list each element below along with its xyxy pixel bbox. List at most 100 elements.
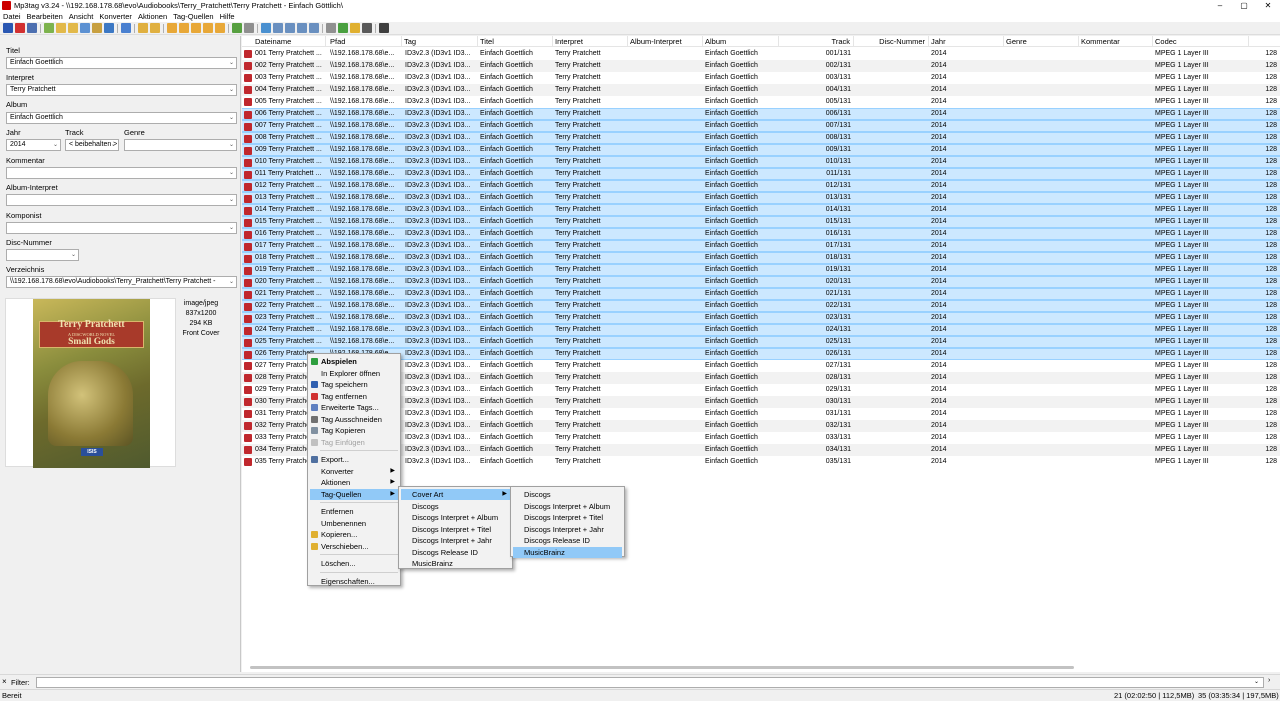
table-row[interactable]: 019 Terry Pratchett ... \\192.168.178.68\…	[242, 264, 1280, 276]
context-menu-item[interactable]: Tag Kopieren	[310, 425, 398, 436]
cover-art-item[interactable]: Discogs Interpret + Album	[513, 501, 622, 512]
col-dateiname[interactable]: Dateiname	[242, 36, 326, 47]
menu-tag-quellen[interactable]: Tag-Quellen	[170, 12, 216, 21]
convert-icon-1[interactable]	[167, 23, 177, 33]
table-row[interactable]: 020 Terry Pratchett ... \\192.168.178.68\…	[242, 276, 1280, 288]
table-row[interactable]: 018 Terry Pratchett ... \\192.168.178.68\…	[242, 252, 1280, 264]
tag-quellen-item[interactable]: Discogs Interpret + Album	[401, 512, 510, 523]
context-menu-item[interactable]: Konverter ▶	[310, 466, 398, 477]
tools-icon[interactable]	[379, 23, 389, 33]
menu-datei[interactable]: Datei	[0, 12, 24, 21]
change-folder-icon[interactable]	[56, 23, 66, 33]
tag-filename-icon[interactable]	[138, 23, 148, 33]
table-row[interactable]: 009 Terry Pratchett ... \\192.168.178.68\…	[242, 144, 1280, 156]
cover-art-item[interactable]: MusicBrainz	[513, 546, 622, 558]
chevron-down-icon[interactable]: ⌄	[229, 113, 234, 123]
context-menu-item[interactable]: Entfernen	[310, 506, 398, 517]
horizontal-scrollbar[interactable]	[250, 666, 1074, 669]
chevron-down-icon[interactable]: ⌄	[229, 195, 234, 205]
table-row[interactable]: 014 Terry Pratchett ... \\192.168.178.68\…	[242, 204, 1280, 216]
menu-konverter[interactable]: Konverter	[96, 12, 135, 21]
favorites-icon[interactable]	[92, 23, 102, 33]
titel-field[interactable]: Einfach Goettlich ⌄	[6, 57, 237, 69]
web-source-icon-1[interactable]	[285, 23, 295, 33]
col-album-interpret[interactable]: Album-Interpret	[628, 36, 703, 47]
col-jahr[interactable]: Jahr	[929, 36, 1004, 47]
context-menu-item[interactable]: Umbenennen	[310, 518, 398, 529]
web-source-icon-3[interactable]	[309, 23, 319, 33]
table-row[interactable]: 022 Terry Pratchett ... \\192.168.178.68\…	[242, 300, 1280, 312]
table-row[interactable]: 017 Terry Pratchett ... \\192.168.178.68\…	[242, 240, 1280, 252]
tag-quellen-item[interactable]: MusicBrainz	[401, 558, 510, 569]
convert-icon-4[interactable]	[203, 23, 213, 33]
table-row[interactable]: 007 Terry Pratchett ... \\192.168.178.68\…	[242, 120, 1280, 132]
col-tag[interactable]: Tag	[402, 36, 478, 47]
cover-art-item[interactable]: Discogs Interpret + Titel	[513, 512, 622, 523]
col-pfad[interactable]: Pfad	[326, 36, 402, 47]
kommentar-field[interactable]: ⌄	[6, 167, 237, 179]
menu-ansicht[interactable]: Ansicht	[66, 12, 97, 21]
context-menu-item[interactable]: In Explorer öffnen	[310, 368, 398, 379]
web-dropdown-icon[interactable]	[362, 23, 372, 33]
freedb-icon[interactable]	[326, 23, 336, 33]
context-menu-item[interactable]: Erweiterte Tags...	[310, 402, 398, 413]
table-row[interactable]: 001 Terry Pratchett ... \\192.168.178.68\…	[242, 48, 1280, 60]
web-source-icon-2[interactable]	[297, 23, 307, 33]
context-menu-item[interactable]: Tag entfernen	[310, 391, 398, 402]
verzeichnis-field[interactable]: \\192.168.178.68\evo\Audiobooks\Terry_Pr…	[6, 276, 237, 288]
context-menu-item[interactable]: Tag Ausschneiden	[310, 414, 398, 425]
add-folder-icon[interactable]	[44, 23, 54, 33]
chevron-down-icon[interactable]: ⌄	[53, 140, 58, 150]
chevron-down-icon[interactable]: ⌄	[71, 250, 76, 260]
table-row[interactable]: 006 Terry Pratchett ... \\192.168.178.68\…	[242, 108, 1280, 120]
export-icon[interactable]	[261, 23, 271, 33]
menu-bearbeiten[interactable]: Bearbeiten	[24, 12, 66, 21]
chevron-down-icon[interactable]: ⌄	[229, 277, 234, 287]
interpret-field[interactable]: Terry Pratchett ⌄	[6, 84, 237, 96]
jahr-field[interactable]: 2014 ⌄	[6, 139, 61, 151]
close-button[interactable]: ✕	[1256, 0, 1280, 11]
tag-quellen-item[interactable]: Discogs Release ID	[401, 547, 510, 558]
context-menu-item[interactable]: Eigenschaften...	[310, 576, 398, 587]
minimize-button[interactable]: –	[1208, 0, 1232, 11]
cover-art-item[interactable]: Discogs Release ID	[513, 535, 622, 546]
chevron-down-icon[interactable]: ⌄	[229, 58, 234, 68]
track-field[interactable]: < beibehalten > ⌄	[65, 139, 119, 151]
filter-go-icon[interactable]: ›	[1268, 677, 1270, 684]
table-row[interactable]: 015 Terry Pratchett ... \\192.168.178.68\…	[242, 216, 1280, 228]
table-row[interactable]: 024 Terry Pratchett ... \\192.168.178.68\…	[242, 324, 1280, 336]
col-kommentar[interactable]: Kommentar	[1079, 36, 1153, 47]
genre-field[interactable]: ⌄	[124, 139, 237, 151]
col-genre[interactable]: Genre	[1004, 36, 1079, 47]
context-menu-item[interactable]: Aktionen ▶	[310, 477, 398, 488]
chevron-down-icon[interactable]: ⌄	[1254, 678, 1259, 685]
playlist-icon[interactable]	[273, 23, 283, 33]
col-titel[interactable]: Titel	[478, 36, 553, 47]
table-row[interactable]: 013 Terry Pratchett ... \\192.168.178.68\…	[242, 192, 1280, 204]
settings-icon[interactable]	[104, 23, 114, 33]
chevron-down-icon[interactable]: ⌄	[229, 140, 234, 150]
context-menu-item[interactable]: Kopieren...	[310, 529, 398, 540]
table-row[interactable]: 025 Terry Pratchett ... \\192.168.178.68\…	[242, 336, 1280, 348]
komponist-field[interactable]: ⌄	[6, 222, 237, 234]
table-row[interactable]: 005 Terry Pratchett ... \\192.168.178.68\…	[242, 96, 1280, 108]
table-row[interactable]: 008 Terry Pratchett ... \\192.168.178.68\…	[242, 132, 1280, 144]
chevron-down-icon[interactable]: ⌄	[111, 140, 116, 150]
table-row[interactable]: 021 Terry Pratchett ... \\192.168.178.68\…	[242, 288, 1280, 300]
cover-art-item[interactable]: Discogs Interpret + Jahr	[513, 524, 622, 535]
menu-hilfe[interactable]: Hilfe	[217, 12, 238, 21]
col-codec[interactable]: Codec	[1153, 36, 1249, 47]
filter-input[interactable]	[36, 677, 1264, 688]
cover-art[interactable]: Terry Pratchett A DISCWORLD NOVEL Small …	[5, 298, 176, 468]
discogs-icon[interactable]	[350, 23, 360, 33]
table-row[interactable]: 002 Terry Pratchett ... \\192.168.178.68\…	[242, 60, 1280, 72]
table-row[interactable]: 012 Terry Pratchett ... \\192.168.178.68\…	[242, 180, 1280, 192]
disc-nummer-field[interactable]: ⌄	[6, 249, 79, 261]
open-folder-icon[interactable]	[68, 23, 78, 33]
col-disc-nummer[interactable]: Disc-Nummer	[854, 36, 929, 47]
undo-icon[interactable]	[27, 23, 37, 33]
tag-quellen-item[interactable]: Cover Art ▶	[401, 489, 510, 500]
list-icon[interactable]	[121, 23, 131, 33]
actions-icon[interactable]	[232, 23, 242, 33]
convert-icon-3[interactable]	[191, 23, 201, 33]
